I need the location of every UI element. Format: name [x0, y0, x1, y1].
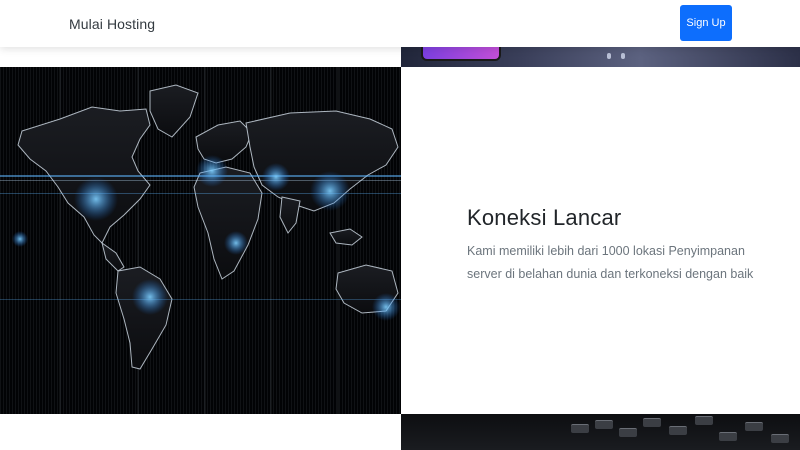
feature-description: Kami memiliki lebih dari 1000 lokasi Pen…: [467, 244, 754, 281]
key-shape: [669, 426, 687, 435]
decor-dot: [607, 53, 611, 59]
sign-up-button[interactable]: Sign Up: [680, 5, 732, 41]
decor-dot: [621, 53, 625, 59]
key-shape: [643, 418, 661, 427]
key-shape: [619, 428, 637, 437]
key-shape: [719, 432, 737, 441]
phone-device-image: [401, 47, 800, 67]
key-shape: [595, 420, 613, 429]
world-map-svg: [0, 67, 401, 414]
key-shape: [571, 424, 589, 433]
key-shape: [695, 416, 713, 425]
world-map-image: [0, 67, 401, 414]
key-shape: [745, 422, 763, 431]
key-shape: [771, 434, 789, 443]
phone-shape: [421, 47, 501, 61]
brand-link[interactable]: Mulai Hosting: [69, 16, 155, 32]
feature-title: Koneksi Lancar: [467, 205, 622, 230]
feature-section: Koneksi Lancar Kami memiliki lebih dari …: [401, 67, 800, 414]
navbar: Mulai Hosting Sign Up: [0, 0, 800, 47]
keyboard-image: [401, 414, 800, 450]
bottom-left-blank: [0, 414, 401, 450]
